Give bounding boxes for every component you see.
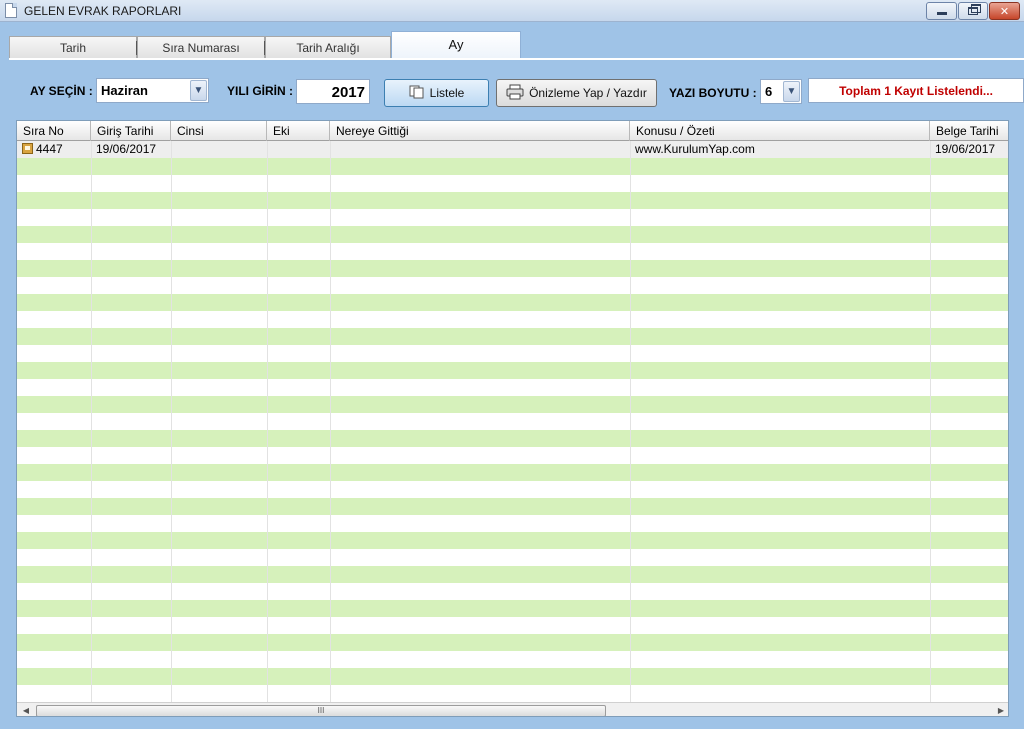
table-row[interactable]	[17, 515, 1008, 532]
table-row[interactable]	[17, 328, 1008, 345]
status-message: Toplam 1 Kayıt Listelendi...	[808, 78, 1024, 103]
close-icon: ✕	[999, 5, 1010, 18]
scroll-right-icon[interactable]: ▶	[994, 704, 1008, 716]
table-row[interactable]	[17, 226, 1008, 243]
month-value: Haziran	[101, 83, 148, 98]
table-row[interactable]	[17, 362, 1008, 379]
tab-label: Tarih Aralığı	[296, 40, 360, 55]
tab-label: Sıra Numarası	[162, 40, 240, 55]
table-row[interactable]	[17, 583, 1008, 600]
column-header-sira-no[interactable]: Sıra No	[17, 121, 91, 141]
font-size-label: YAZI BOYUTU :	[669, 86, 757, 100]
column-header-konusu[interactable]: Konusu / Özeti	[630, 121, 930, 141]
table-row[interactable]	[17, 566, 1008, 583]
cell-giris-tarihi: 19/06/2017	[96, 142, 157, 156]
tab-label: Ay	[448, 37, 464, 52]
window-title: GELEN EVRAK RAPORLARI	[24, 4, 182, 18]
preview-print-button[interactable]: Önizleme Yap / Yazdır	[496, 79, 657, 107]
table-row[interactable]	[17, 430, 1008, 447]
tab-tarih[interactable]: Tarih	[9, 36, 137, 58]
table-row[interactable]	[17, 311, 1008, 328]
font-size-select[interactable]: 6 ▼	[760, 79, 802, 104]
table-row[interactable]	[17, 498, 1008, 515]
table-row[interactable]	[17, 651, 1008, 668]
table-row[interactable]	[17, 617, 1008, 634]
title-bar: GELEN EVRAK RAPORLARI ✕	[0, 0, 1024, 22]
record-icon	[22, 143, 33, 154]
font-size-value: 6	[765, 84, 773, 99]
minimize-button[interactable]	[926, 2, 957, 20]
table-row[interactable]	[17, 464, 1008, 481]
list-button-label: Listele	[429, 86, 465, 100]
cell-sira-no: 4447	[17, 141, 91, 158]
list-button[interactable]: Listele	[384, 79, 489, 107]
tab-ay[interactable]: Ay	[391, 31, 521, 58]
report-window: GELEN EVRAK RAPORLARI ✕ Tarih Sıra Numar…	[0, 0, 1024, 729]
restore-icon	[968, 4, 981, 15]
month-label: AY SEÇİN :	[30, 84, 93, 98]
chevron-down-icon[interactable]: ▼	[190, 80, 207, 101]
table-row[interactable]	[17, 600, 1008, 617]
cell-nereye-gittigi	[330, 141, 630, 158]
table-row[interactable]	[17, 277, 1008, 294]
table-row[interactable]	[17, 634, 1008, 651]
scroll-thumb[interactable]: III	[36, 705, 606, 716]
column-header-cinsi[interactable]: Cinsi	[171, 121, 267, 141]
table-row[interactable]	[17, 175, 1008, 192]
records-grid: Sıra No Giriş Tarihi Cinsi Eki Nereye Gi…	[16, 120, 1009, 717]
table-row[interactable]	[17, 668, 1008, 685]
status-text: Toplam 1 Kayıt Listelendi...	[839, 83, 993, 98]
table-row[interactable]	[17, 192, 1008, 209]
printer-icon	[506, 84, 524, 103]
cell-belge-tarihi: 19/06/2017	[935, 142, 996, 156]
tab-tarih-araligi[interactable]: Tarih Aralığı	[265, 36, 391, 58]
table-row[interactable]	[17, 549, 1008, 566]
column-header-giris-tarihi[interactable]: Giriş Tarihi	[91, 121, 171, 141]
table-row[interactable]	[17, 209, 1008, 226]
grid-rows: 4447 19/06/2017 www.KurulumYap.com 19/06…	[17, 141, 1008, 702]
cell-eki	[267, 141, 330, 158]
table-row[interactable]	[17, 243, 1008, 260]
tab-label: Tarih	[59, 40, 86, 55]
column-header-nereye-gittigi[interactable]: Nereye Gittiği	[330, 121, 630, 141]
table-row[interactable]	[17, 345, 1008, 362]
table-row[interactable]	[17, 447, 1008, 464]
close-button[interactable]: ✕	[989, 2, 1020, 20]
table-row[interactable]	[17, 379, 1008, 396]
minimize-icon	[936, 12, 947, 15]
cell-konusu: www.KurulumYap.com	[635, 142, 755, 156]
table-row[interactable]	[17, 396, 1008, 413]
copy-icon	[409, 85, 425, 102]
table-row[interactable]	[17, 294, 1008, 311]
table-row[interactable]	[17, 481, 1008, 498]
document-icon	[5, 3, 17, 18]
tab-sira-numarasi[interactable]: Sıra Numarası	[137, 36, 265, 58]
restore-button[interactable]	[958, 2, 988, 20]
grid-header: Sıra No Giriş Tarihi Cinsi Eki Nereye Gi…	[17, 121, 1008, 141]
year-label: YILI GİRİN :	[227, 84, 293, 98]
column-header-belge-tarihi[interactable]: Belge Tarihi	[930, 121, 1008, 141]
column-header-eki[interactable]: Eki	[267, 121, 330, 141]
month-select[interactable]: Haziran ▼	[96, 78, 209, 103]
table-row[interactable]: 4447 19/06/2017 www.KurulumYap.com 19/06…	[17, 141, 1008, 158]
table-row[interactable]	[17, 413, 1008, 430]
table-row[interactable]	[17, 260, 1008, 277]
year-value: 2017	[331, 84, 365, 101]
table-row[interactable]	[17, 158, 1008, 175]
tab-panel-ay: AY SEÇİN : Haziran ▼ YILI GİRİN : 2017 L…	[9, 58, 1024, 729]
year-input[interactable]: 2017	[296, 79, 370, 104]
horizontal-scrollbar[interactable]: ◀ III ▶	[17, 702, 1008, 716]
tab-strip: Tarih Sıra Numarası Tarih Aralığı Ay	[0, 22, 1024, 58]
scroll-left-icon[interactable]: ◀	[19, 704, 33, 716]
cell-cinsi	[171, 141, 267, 158]
table-row[interactable]	[17, 532, 1008, 549]
chevron-down-icon[interactable]: ▼	[783, 81, 800, 102]
preview-print-label: Önizleme Yap / Yazdır	[529, 86, 647, 100]
table-row[interactable]	[17, 685, 1008, 702]
